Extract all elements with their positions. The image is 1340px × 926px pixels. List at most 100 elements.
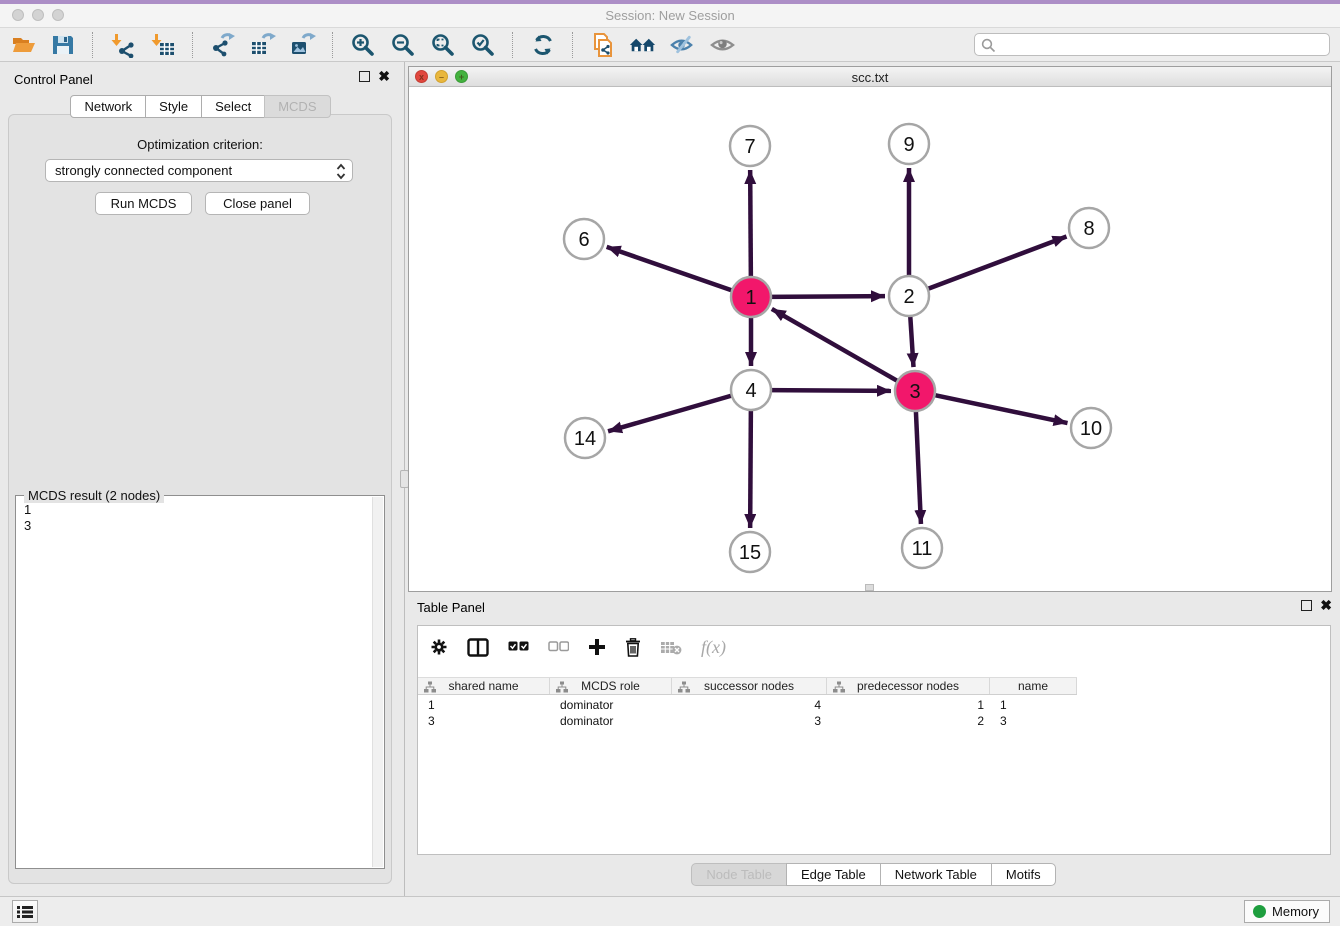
search-box[interactable] <box>974 33 1330 56</box>
search-input[interactable] <box>999 34 1325 55</box>
dropdown-chevrons-icon <box>336 163 346 180</box>
graph-node-label-2: 2 <box>903 286 914 308</box>
app-title-bar: Session: New Session <box>0 0 1340 28</box>
column-header-name[interactable]: name <box>990 678 1077 694</box>
table-cell[interactable]: 1 <box>418 697 550 713</box>
node-table-container: f(x) shared name MCDS role successor nodes… <box>417 625 1331 855</box>
mcds-result-title: MCDS result (2 nodes) <box>24 488 164 503</box>
network-view-window: x – + scc.txt 7968124314101511 <box>408 66 1332 592</box>
graph-edge-4-15[interactable] <box>750 408 751 528</box>
table-header-row: shared name MCDS role successor nodesprede… <box>418 677 1077 695</box>
delete-row-trash-icon[interactable] <box>625 638 641 657</box>
show-columns-icon[interactable] <box>467 638 489 657</box>
graph-edge-3-10[interactable] <box>933 395 1068 423</box>
mcds-result-box: MCDS result (2 nodes) 1 3 <box>15 495 385 869</box>
table-cell[interactable]: 2 <box>827 713 990 729</box>
refresh-icon[interactable] <box>529 31 556 58</box>
search-icon <box>981 38 996 53</box>
export-table-icon[interactable] <box>249 31 276 58</box>
criterion-dropdown[interactable]: strongly connected component <box>45 159 353 182</box>
graph-edge-4-14[interactable] <box>608 395 734 431</box>
column-header-mcds-role[interactable]: MCDS role <box>550 678 672 694</box>
graph-edge-1-7[interactable] <box>750 170 751 279</box>
graph-edge-4-3[interactable] <box>769 390 891 391</box>
show-graphics-details-icon[interactable] <box>709 31 736 58</box>
table-cell[interactable]: 1 <box>827 697 990 713</box>
tab-mcds[interactable]: MCDS <box>264 95 330 118</box>
select-all-icon[interactable] <box>508 641 529 653</box>
mcds-result-text[interactable]: 1 3 <box>24 502 31 534</box>
zoom-out-icon[interactable] <box>389 31 416 58</box>
network-graph[interactable]: 7968124314101511 <box>409 87 1331 591</box>
column-header-label: MCDS role <box>581 679 640 693</box>
tab-node-table[interactable]: Node Table <box>691 863 787 886</box>
table-cell[interactable]: 3 <box>672 713 827 729</box>
graph-edge-2-8[interactable] <box>926 236 1067 289</box>
column-sort-icon <box>424 681 436 693</box>
main-toolbar <box>0 28 1340 62</box>
graph-node-label-4: 4 <box>745 380 756 402</box>
zoom-fit-icon[interactable] <box>429 31 456 58</box>
memory-button[interactable]: Memory <box>1244 900 1330 923</box>
deselect-all-icon[interactable] <box>548 641 569 653</box>
table-cell[interactable]: 3 <box>418 713 550 729</box>
close-table-panel-icon[interactable]: ✖ <box>1320 600 1332 611</box>
task-history-button[interactable] <box>12 900 38 923</box>
home-layout-icon[interactable] <box>629 31 656 58</box>
graph-node-label-7: 7 <box>744 136 755 158</box>
close-panel-icon[interactable]: ✖ <box>378 71 390 82</box>
column-header-successor-nodes[interactable]: successor nodes <box>672 678 827 694</box>
table-cell[interactable]: 1 <box>990 697 1077 713</box>
app-window-title: Session: New Session <box>0 8 1340 23</box>
toolbar-separator <box>192 32 193 58</box>
hide-graphics-details-icon[interactable] <box>669 31 696 58</box>
tab-style[interactable]: Style <box>145 95 202 118</box>
mcds-tab-content: Optimization criterion: strongly connect… <box>8 114 392 884</box>
table-settings-gear-icon[interactable] <box>430 638 448 656</box>
run-mcds-button[interactable]: Run MCDS <box>95 192 192 215</box>
tab-select[interactable]: Select <box>201 95 265 118</box>
network-canvas[interactable]: 7968124314101511 <box>409 87 1331 591</box>
add-row-icon[interactable] <box>588 638 606 656</box>
save-session-icon[interactable] <box>49 31 76 58</box>
table-cell[interactable]: 4 <box>672 697 827 713</box>
import-table-icon[interactable] <box>149 31 176 58</box>
float-panel-icon[interactable] <box>359 71 370 82</box>
graph-edge-2-3[interactable] <box>910 314 913 367</box>
close-panel-button[interactable]: Close panel <box>205 192 310 215</box>
result-scrollbar[interactable] <box>372 497 383 867</box>
column-header-shared-name[interactable]: shared name <box>418 678 550 694</box>
tab-network[interactable]: Network <box>70 95 146 118</box>
table-cell[interactable]: 3 <box>990 713 1077 729</box>
table-row[interactable]: 3dominator323 <box>418 713 1077 729</box>
tab-edge-table[interactable]: Edge Table <box>786 863 881 886</box>
graph-node-label-6: 6 <box>578 229 589 251</box>
graph-edge-1-6[interactable] <box>607 247 734 291</box>
graph-edge-3-1[interactable] <box>772 309 900 382</box>
tab-network-table[interactable]: Network Table <box>880 863 992 886</box>
delete-table-icon <box>660 640 682 655</box>
export-network-icon[interactable] <box>209 31 236 58</box>
export-image-icon[interactable] <box>289 31 316 58</box>
graph-edge-3-11[interactable] <box>916 409 921 524</box>
zoom-selected-icon[interactable] <box>469 31 496 58</box>
table-cell[interactable]: dominator <box>550 697 672 713</box>
canvas-resize-handle[interactable] <box>865 584 874 591</box>
column-header-predecessor-nodes[interactable]: predecessor nodes <box>827 678 990 694</box>
function-builder-icon: f(x) <box>701 637 726 658</box>
tab-motifs[interactable]: Motifs <box>991 863 1056 886</box>
graph-node-label-3: 3 <box>909 381 920 403</box>
open-session-icon[interactable] <box>9 31 36 58</box>
graph-edge-1-2[interactable] <box>769 296 885 297</box>
import-network-icon[interactable] <box>109 31 136 58</box>
float-table-panel-icon[interactable] <box>1301 600 1312 611</box>
table-cell[interactable]: dominator <box>550 713 672 729</box>
table-row[interactable]: 1dominator411 <box>418 697 1077 713</box>
status-bar: Memory <box>0 896 1340 926</box>
network-window-title-bar[interactable]: x – + scc.txt <box>409 67 1331 87</box>
column-sort-icon <box>833 681 845 693</box>
graph-node-label-14: 14 <box>574 428 596 450</box>
copy-style-icon[interactable] <box>589 31 616 58</box>
graph-node-label-9: 9 <box>903 134 914 156</box>
zoom-in-icon[interactable] <box>349 31 376 58</box>
